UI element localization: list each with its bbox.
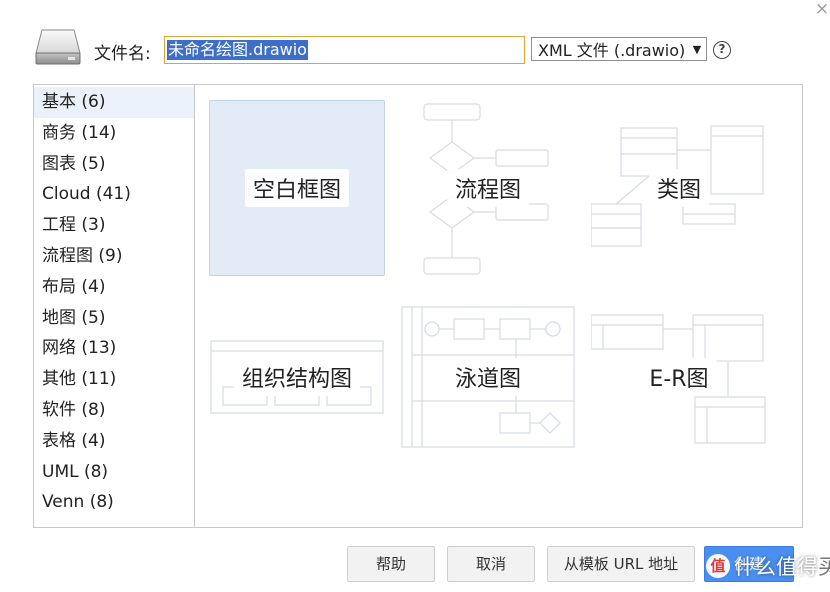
hard-drive-icon	[34, 27, 82, 67]
filename-input[interactable]: 未命名绘图.drawio	[164, 36, 525, 64]
template-class-diagram[interactable]: 类图	[591, 100, 767, 276]
category-item[interactable]: 软件 (8)	[34, 395, 194, 426]
watermark: 值 什么值得 买	[706, 551, 830, 581]
template-er-diagram[interactable]: E-R图	[591, 289, 767, 465]
template-label: 组织结构图	[233, 358, 361, 396]
filename-label: 文件名:	[94, 44, 151, 64]
watermark-tail: 买	[818, 555, 830, 579]
template-org-chart[interactable]: 组织结构图	[209, 289, 385, 465]
template-label: 流程图	[446, 169, 530, 207]
help-circle-icon[interactable]: ?	[713, 41, 731, 59]
from-template-url-button[interactable]: 从模板 URL 地址	[547, 546, 695, 582]
category-list: 基本 (6) 商务 (14) 图表 (5) Cloud (41) 工程 (3) …	[34, 85, 195, 527]
help-button[interactable]: 帮助	[347, 546, 435, 582]
cancel-button[interactable]: 取消	[447, 546, 535, 582]
category-item[interactable]: 布局 (4)	[34, 272, 194, 303]
category-item[interactable]: 商务 (14)	[34, 118, 194, 149]
filename-value[interactable]: 未命名绘图.drawio	[167, 40, 308, 60]
template-label: 类图	[648, 169, 710, 207]
category-item[interactable]: 流程图 (9)	[34, 241, 194, 272]
template-label: 泳道图	[446, 358, 530, 396]
category-item[interactable]: 其他 (11)	[34, 364, 194, 395]
watermark-text: 什么值得	[734, 555, 818, 579]
template-browser: 基本 (6) 商务 (14) 图表 (5) Cloud (41) 工程 (3) …	[33, 84, 803, 528]
category-item[interactable]: 地图 (5)	[34, 303, 194, 334]
template-label: 空白框图	[244, 169, 350, 207]
dropdown-arrow-icon: ▼	[692, 42, 702, 56]
watermark-badge: 值	[706, 554, 730, 578]
category-item[interactable]: 网络 (13)	[34, 333, 194, 364]
category-item[interactable]: 表格 (4)	[34, 426, 194, 457]
template-flowchart[interactable]: 流程图	[400, 100, 576, 276]
category-item[interactable]: 图表 (5)	[34, 149, 194, 180]
close-icon[interactable]: ×	[814, 1, 830, 18]
format-select-value: XML 文件 (.drawio)	[538, 41, 686, 60]
format-select[interactable]: XML 文件 (.drawio) ▼	[531, 37, 707, 61]
category-item[interactable]: UML (8)	[34, 457, 194, 488]
category-item[interactable]: Venn (8)	[34, 487, 194, 518]
category-item[interactable]: 工程 (3)	[34, 210, 194, 241]
category-item[interactable]: 基本 (6)	[34, 87, 194, 118]
template-swimlane[interactable]: 泳道图	[400, 289, 576, 465]
template-blank[interactable]: 空白框图	[209, 100, 385, 276]
template-label: E-R图	[641, 358, 717, 396]
category-item[interactable]: Cloud (41)	[34, 179, 194, 210]
